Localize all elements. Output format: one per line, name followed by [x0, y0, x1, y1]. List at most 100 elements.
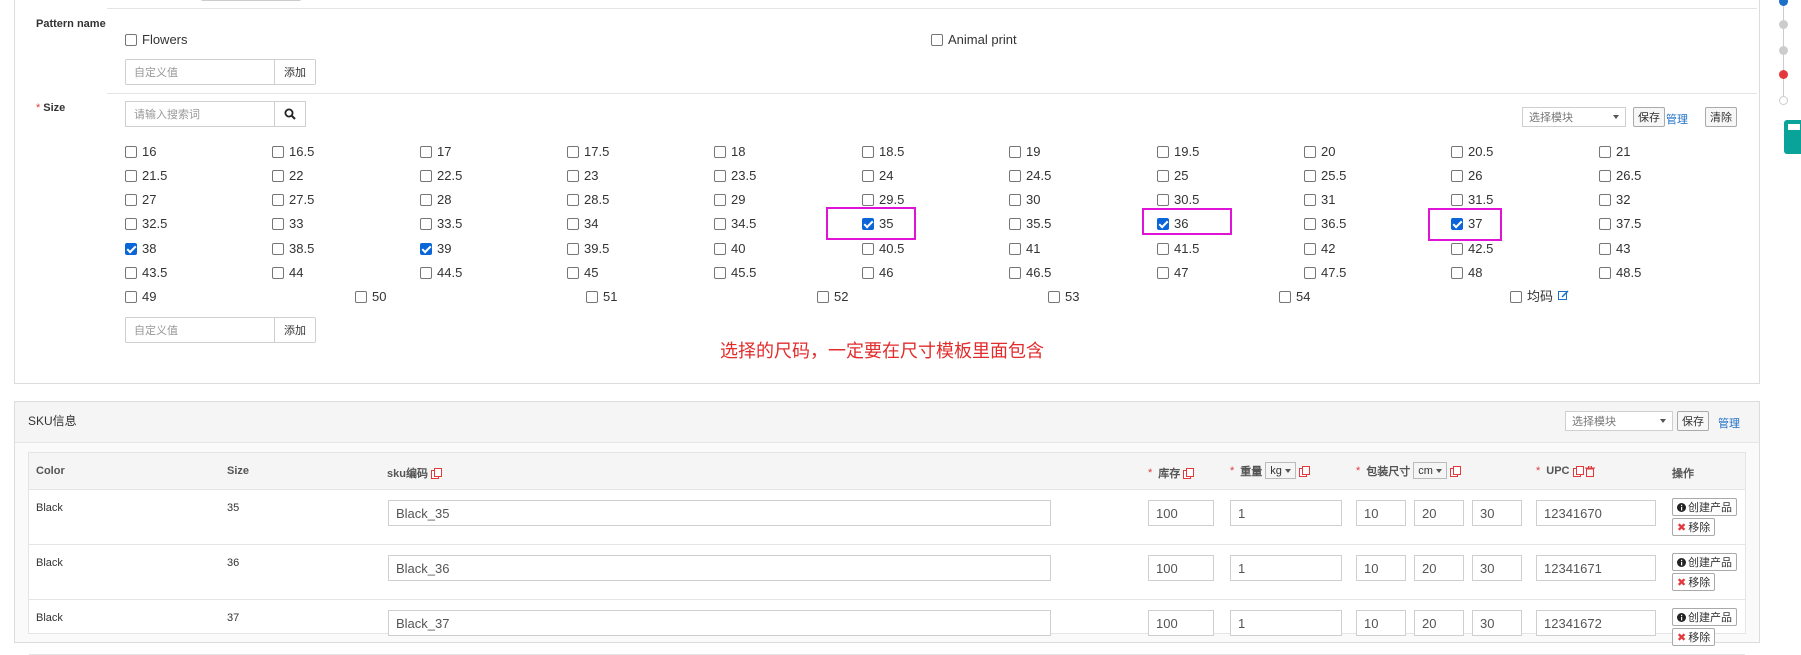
- checkbox[interactable]: [567, 243, 579, 255]
- size-custom-value-input[interactable]: 自定义值: [126, 318, 275, 342]
- sku-template-select[interactable]: 选择模块: [1565, 411, 1673, 431]
- checkbox[interactable]: [567, 170, 579, 182]
- remove-button[interactable]: ✖ 移除: [1672, 573, 1716, 591]
- package-unit-select[interactable]: cm: [1413, 462, 1447, 479]
- checkbox[interactable]: [862, 146, 874, 158]
- checkbox[interactable]: [1451, 170, 1463, 182]
- checkbox[interactable]: [1009, 267, 1021, 279]
- checkbox[interactable]: [1279, 291, 1291, 303]
- checkbox[interactable]: [1451, 243, 1463, 255]
- size-option-40[interactable]: 40: [714, 241, 745, 257]
- size-option-25[interactable]: 25: [1157, 168, 1188, 184]
- package-length-input[interactable]: 10: [1356, 610, 1406, 636]
- size-option-21.5[interactable]: 21.5: [125, 168, 167, 184]
- size-option-18[interactable]: 18: [714, 144, 745, 160]
- timeline-dot-empty[interactable]: [1779, 96, 1788, 105]
- checkbox[interactable]: [355, 291, 367, 303]
- size-option-23[interactable]: 23: [567, 168, 598, 184]
- size-option-35.5[interactable]: 35.5: [1009, 216, 1051, 232]
- create-product-button[interactable]: 创建产品: [1672, 553, 1737, 571]
- checkbox[interactable]: [420, 170, 432, 182]
- size-option-24.5[interactable]: 24.5: [1009, 168, 1051, 184]
- sku-code-input[interactable]: Black_36: [388, 555, 1051, 581]
- package-width-input[interactable]: 20: [1414, 500, 1464, 526]
- checkbox[interactable]: [125, 267, 137, 279]
- checkbox[interactable]: [272, 146, 284, 158]
- size-add-button[interactable]: 添加: [275, 318, 315, 342]
- stock-input[interactable]: 100: [1148, 610, 1214, 636]
- checkbox[interactable]: [862, 267, 874, 279]
- checkbox[interactable]: [420, 218, 432, 230]
- checkbox[interactable]: [567, 146, 579, 158]
- stock-input[interactable]: 100: [1148, 500, 1214, 526]
- checkbox[interactable]: [862, 194, 874, 206]
- package-width-input[interactable]: 20: [1414, 610, 1464, 636]
- size-option-16[interactable]: 16: [125, 144, 156, 160]
- calculator-icon[interactable]: [1784, 120, 1801, 154]
- size-option-33.5[interactable]: 33.5: [420, 216, 462, 232]
- size-option-18.5[interactable]: 18.5: [862, 144, 904, 160]
- package-width-input[interactable]: 20: [1414, 555, 1464, 581]
- size-search-input[interactable]: 请输入搜索词: [126, 102, 275, 126]
- checkbox[interactable]: [272, 218, 284, 230]
- weight-input[interactable]: 1: [1230, 500, 1342, 526]
- size-option-16.5[interactable]: 16.5: [272, 144, 314, 160]
- size-option-44[interactable]: 44: [272, 265, 303, 281]
- size-option-30.5[interactable]: 30.5: [1157, 192, 1199, 208]
- checkbox[interactable]: [1451, 146, 1463, 158]
- pattern-option-flowers[interactable]: Flowers: [125, 32, 188, 48]
- timeline-dot[interactable]: [1779, 20, 1788, 29]
- checkbox[interactable]: [1009, 218, 1021, 230]
- checkbox[interactable]: [1451, 194, 1463, 206]
- checkbox[interactable]: [1304, 218, 1316, 230]
- copy-icon[interactable]: [1572, 466, 1584, 477]
- checkbox[interactable]: [862, 170, 874, 182]
- checkbox[interactable]: [420, 194, 432, 206]
- size-option-43[interactable]: 43: [1599, 241, 1630, 257]
- size-option-17.5[interactable]: 17.5: [567, 144, 609, 160]
- checkbox-checked[interactable]: [125, 243, 137, 255]
- size-option-32.5[interactable]: 32.5: [125, 216, 167, 232]
- size-option-51[interactable]: 51: [586, 289, 617, 305]
- weight-input[interactable]: 1: [1230, 555, 1342, 581]
- size-option-22.5[interactable]: 22.5: [420, 168, 462, 184]
- timeline-dot[interactable]: [1779, 46, 1788, 55]
- upc-input[interactable]: 12341672: [1536, 610, 1656, 636]
- size-option-34[interactable]: 34: [567, 216, 598, 232]
- size-option-41[interactable]: 41: [1009, 241, 1040, 257]
- size-option-38.5[interactable]: 38.5: [272, 241, 314, 257]
- checkbox[interactable]: [714, 170, 726, 182]
- size-option-44.5[interactable]: 44.5: [420, 265, 462, 281]
- size-option-46.5[interactable]: 46.5: [1009, 265, 1051, 281]
- checkbox[interactable]: [272, 243, 284, 255]
- size-option-37.5[interactable]: 37.5: [1599, 216, 1641, 232]
- checkbox[interactable]: [420, 146, 432, 158]
- create-product-button[interactable]: 创建产品: [1672, 608, 1737, 626]
- checkbox[interactable]: [125, 146, 137, 158]
- checkbox[interactable]: [714, 218, 726, 230]
- size-option-26.5[interactable]: 26.5: [1599, 168, 1641, 184]
- size-option-28.5[interactable]: 28.5: [567, 192, 609, 208]
- checkbox[interactable]: [862, 243, 874, 255]
- size-option-20[interactable]: 20: [1304, 144, 1335, 160]
- size-option-38[interactable]: 38: [125, 241, 156, 257]
- checkbox[interactable]: [1157, 170, 1169, 182]
- size-option-21[interactable]: 21: [1599, 144, 1630, 160]
- package-height-input[interactable]: 30: [1472, 500, 1522, 526]
- size-option-39.5[interactable]: 39.5: [567, 241, 609, 257]
- upc-input[interactable]: 12341671: [1536, 555, 1656, 581]
- checkbox[interactable]: [1157, 267, 1169, 279]
- size-template-select[interactable]: 选择模块: [1522, 107, 1626, 127]
- checkbox[interactable]: [420, 267, 432, 279]
- size-option-49[interactable]: 49: [125, 289, 156, 305]
- checkbox[interactable]: [817, 291, 829, 303]
- size-option-30[interactable]: 30: [1009, 192, 1040, 208]
- checkbox[interactable]: [272, 267, 284, 279]
- checkbox[interactable]: [1304, 267, 1316, 279]
- size-option-25.5[interactable]: 25.5: [1304, 168, 1346, 184]
- size-option-39[interactable]: 39: [420, 241, 451, 257]
- checkbox[interactable]: [567, 194, 579, 206]
- checkbox[interactable]: [125, 34, 137, 46]
- package-length-input[interactable]: 10: [1356, 500, 1406, 526]
- size-option-23.5[interactable]: 23.5: [714, 168, 756, 184]
